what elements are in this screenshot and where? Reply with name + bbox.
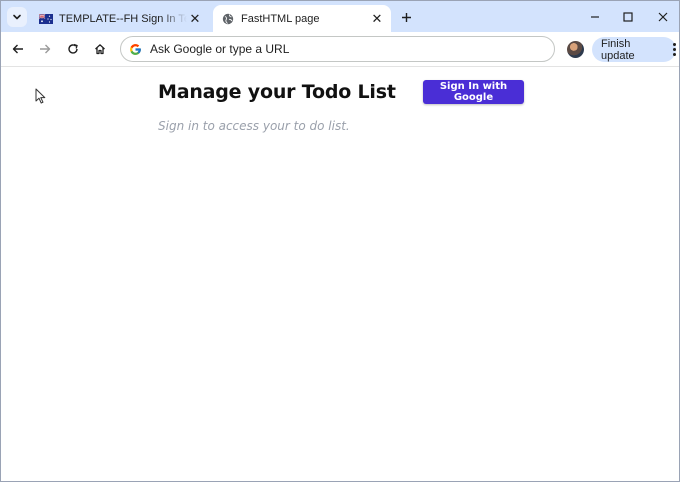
sign-in-with-google-button[interactable]: Sign In with Google — [423, 80, 524, 104]
forward-button[interactable] — [34, 38, 56, 60]
home-button[interactable] — [89, 38, 111, 60]
maximize-button[interactable] — [617, 7, 639, 27]
arrow-left-icon — [12, 44, 23, 54]
mouse-cursor-icon — [35, 88, 46, 104]
close-window-button[interactable] — [652, 7, 674, 27]
finish-update-label: Finish update — [601, 37, 635, 62]
home-icon — [95, 44, 105, 55]
browser-toolbar: Finish update — [1, 32, 679, 67]
reload-button[interactable] — [62, 38, 84, 60]
close-icon — [658, 12, 668, 22]
tab-fasthtml[interactable]: FastHTML page ✕ — [213, 5, 391, 32]
arrow-right-icon — [40, 44, 51, 54]
omnibox[interactable] — [120, 36, 555, 62]
close-icon[interactable]: ✕ — [369, 11, 385, 27]
chevron-down-icon — [13, 14, 21, 20]
avatar[interactable] — [567, 41, 584, 58]
tab-strip: TEMPLATE--FH Sign In Template ✕ FastHTML… — [1, 1, 679, 32]
tab-title: TEMPLATE--FH Sign In Template — [59, 12, 187, 25]
globe-icon — [221, 12, 235, 26]
plus-icon — [401, 12, 411, 22]
google-g-icon — [130, 43, 141, 55]
minimize-icon — [591, 16, 599, 18]
minimize-button[interactable] — [584, 7, 606, 27]
tab-title: FastHTML page — [241, 12, 320, 25]
finish-update-button[interactable]: Finish update — [592, 37, 676, 62]
sign-in-hint: Sign in to access your to do list. — [158, 119, 350, 133]
close-icon[interactable]: ✕ — [187, 11, 203, 27]
new-tab-button[interactable] — [397, 8, 415, 26]
page-title: Manage your Todo List — [158, 81, 396, 103]
more-options-icon — [672, 43, 676, 56]
tab-template[interactable]: TEMPLATE--FH Sign In Template ✕ — [31, 5, 209, 32]
australia-flag-icon — [39, 12, 53, 26]
address-input[interactable] — [150, 42, 540, 56]
tab-search-button[interactable] — [7, 7, 27, 27]
maximize-icon — [623, 12, 633, 22]
reload-icon — [68, 43, 78, 54]
back-button[interactable] — [7, 38, 29, 60]
